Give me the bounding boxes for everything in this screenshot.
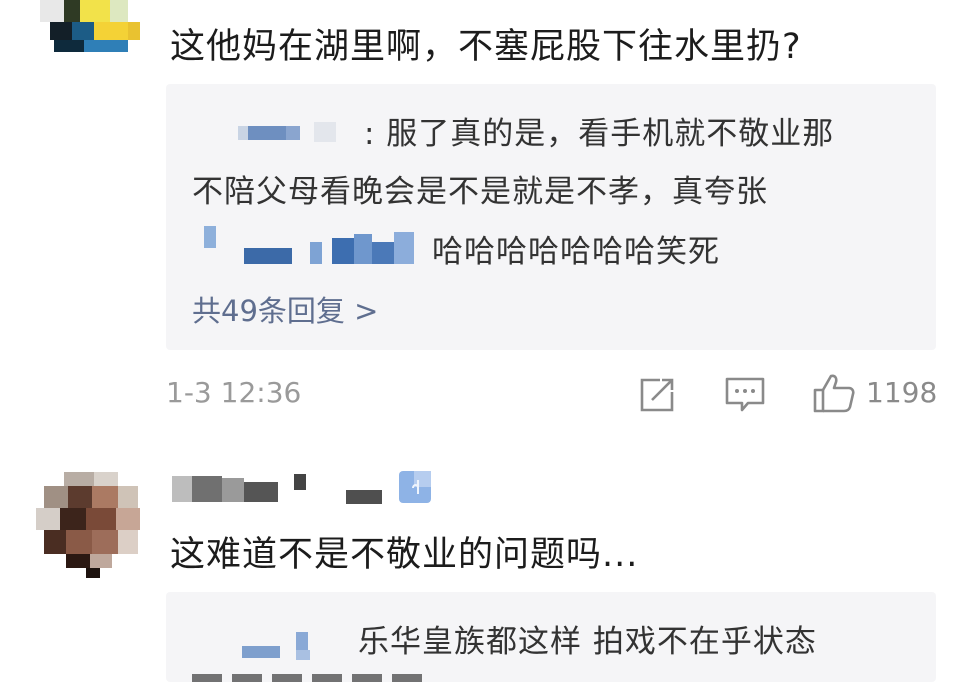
comment-text: 这难道不是不敬业的问题吗... [170, 535, 639, 575]
avatar[interactable] [40, 0, 140, 52]
reply-box[interactable]: 乐华皇族都这样 拍戏不在乎状态 [166, 592, 936, 682]
reply-text: : 服了真的是，看手机就不敬业那 [364, 116, 835, 152]
reply-username-censored[interactable] [204, 226, 216, 248]
reply-username-censored[interactable] [242, 632, 318, 660]
reply-username-censored[interactable] [238, 126, 300, 140]
timestamp: 1-3 12:36 [166, 376, 302, 409]
reply-text: 哈哈哈哈哈哈哈笑死 [432, 234, 720, 270]
reply-text: 乐华皇族都这样 拍戏不在乎状态 [358, 624, 817, 660]
comment-text: 这他妈在湖里啊，不塞屁股下往水里扔? [170, 27, 802, 67]
reply-text: 不陪父母看晚会是不是就是不孝，真夸张 [192, 174, 768, 210]
avatar[interactable] [36, 472, 140, 578]
verified-badge-icon [398, 470, 432, 504]
comment-icon[interactable] [724, 376, 766, 414]
like-count: 1198 [866, 376, 938, 409]
share-icon[interactable] [638, 376, 678, 414]
thumbs-up-icon[interactable] [812, 372, 856, 414]
reply-box[interactable]: : 服了真的是，看手机就不敬业那 不陪父母看晚会是不是就是不孝，真夸张 哈哈哈哈… [166, 84, 936, 350]
more-replies-link[interactable]: 共49条回复 > [192, 288, 378, 330]
username-censored[interactable] [172, 470, 382, 510]
reply-text-cutoff [192, 674, 612, 682]
reply-username-censored[interactable] [314, 122, 336, 142]
reply-username-censored[interactable] [244, 232, 416, 268]
